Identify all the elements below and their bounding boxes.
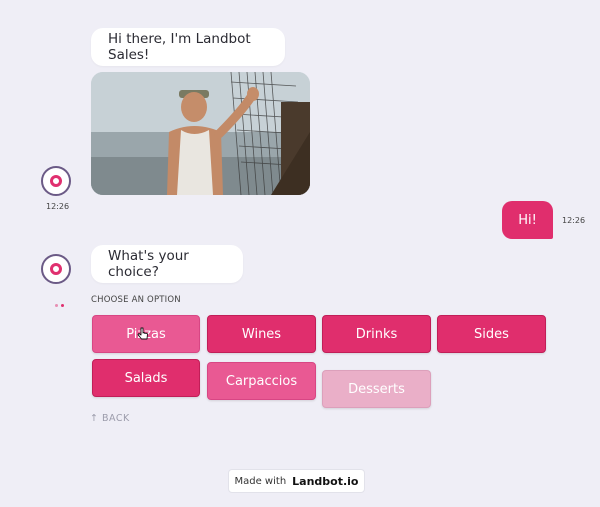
made-with-prefix: Made with xyxy=(234,475,287,487)
bot-message-question: What's your choice? xyxy=(91,245,243,283)
option-wines-button[interactable]: Wines xyxy=(207,315,316,353)
option-drinks-button[interactable]: Drinks xyxy=(322,315,431,353)
bot-message-time: 12:26 xyxy=(46,202,70,211)
made-with-landbot-link[interactable]: Made with Landbot.io xyxy=(228,469,365,493)
bot-avatar-icon-2 xyxy=(50,263,62,275)
bot-message-image xyxy=(91,72,310,195)
typing-indicator xyxy=(55,292,67,307)
option-desserts-button[interactable]: Desserts xyxy=(322,370,431,408)
option-sides-button[interactable]: Sides xyxy=(437,315,546,353)
option-label: Drinks xyxy=(355,326,398,342)
landbot-brand: Landbot.io xyxy=(292,474,359,488)
bot-avatar-icon xyxy=(50,175,62,187)
user-message-time: 12:26 xyxy=(562,216,586,225)
greeting-text: Hi there, I'm Landbot Sales! xyxy=(108,31,251,63)
options-header: CHOOSE AN OPTION xyxy=(91,295,181,305)
bot-message-greeting: Hi there, I'm Landbot Sales! xyxy=(91,28,285,66)
question-text: What's your choice? xyxy=(108,248,189,280)
back-button[interactable]: ↑ BACK xyxy=(90,413,130,424)
user-message-text: Hi! xyxy=(518,212,537,228)
option-carpaccios-button[interactable]: Carpaccios xyxy=(207,362,316,400)
option-label: Desserts xyxy=(348,381,405,397)
bot-avatar xyxy=(41,166,71,196)
option-label: Sides xyxy=(474,326,509,342)
option-salads-button[interactable]: Salads xyxy=(92,359,200,397)
bot-avatar-2 xyxy=(41,254,71,284)
user-message: Hi! xyxy=(502,201,553,239)
option-label: Wines xyxy=(241,326,282,342)
option-label: Salads xyxy=(124,370,168,386)
back-label: BACK xyxy=(101,413,130,424)
back-arrow-icon: ↑ xyxy=(90,413,102,424)
fisherman-photo xyxy=(91,72,310,195)
hand-cursor-icon xyxy=(137,327,148,340)
option-label: Carpaccios xyxy=(225,373,298,389)
